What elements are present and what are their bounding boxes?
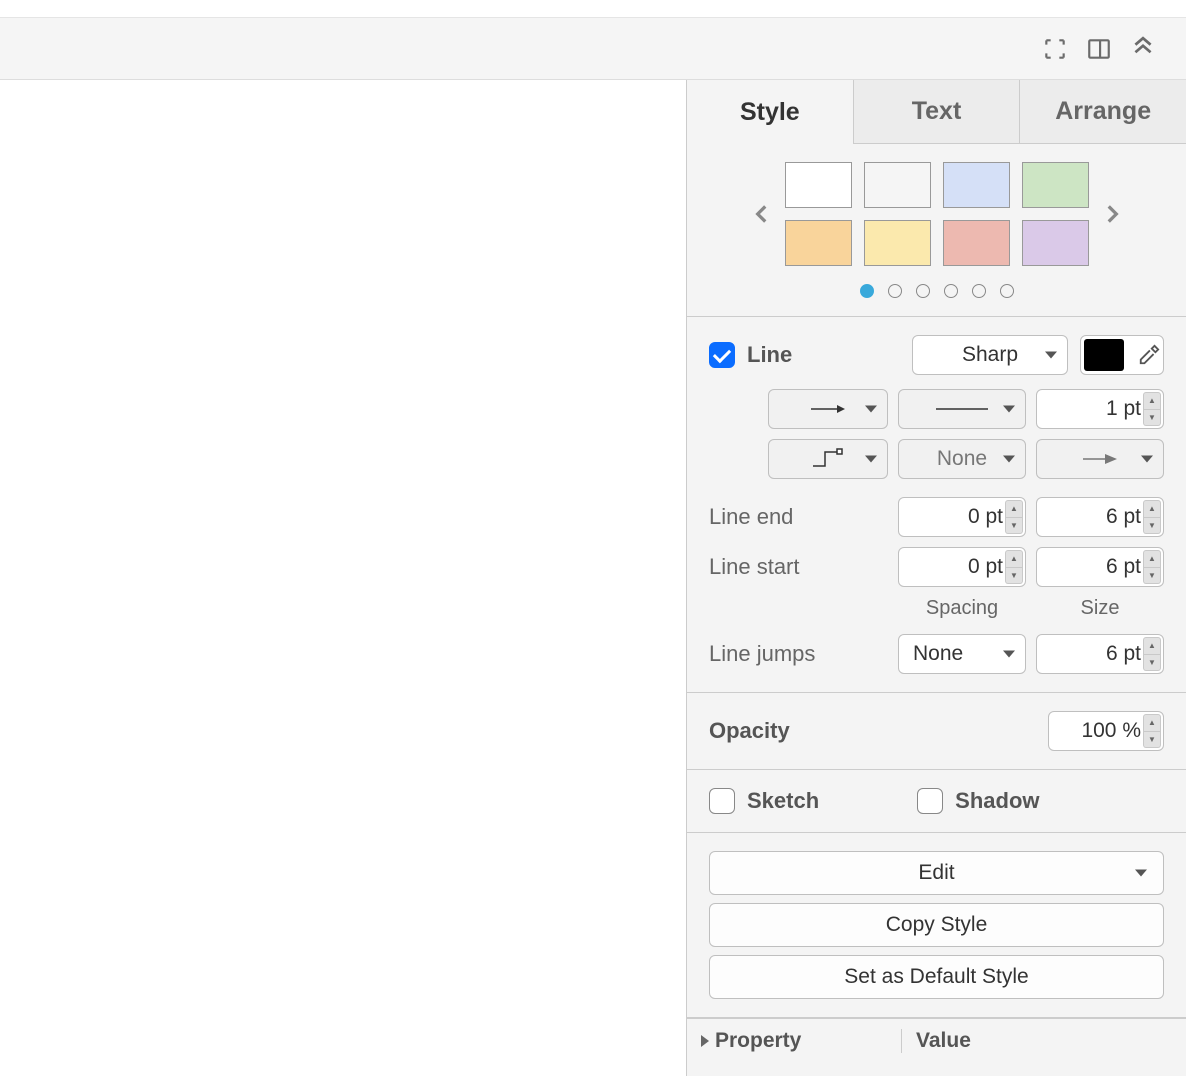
caret-right-icon <box>701 1035 709 1047</box>
tab-text[interactable]: Text <box>853 80 1020 143</box>
line-end-spacing-input[interactable]: 0 pt▲▼ <box>898 497 1026 537</box>
line-jumps-size-input[interactable]: 6 pt▲▼ <box>1036 634 1164 674</box>
swatch-pager <box>709 284 1164 298</box>
fullscreen-icon[interactable] <box>1042 36 1068 62</box>
arrow-start-select[interactable]: None <box>898 439 1026 479</box>
line-color-button[interactable] <box>1080 335 1164 375</box>
format-sidebar: Style Text Arrange <box>686 80 1186 1076</box>
color-presets-panel <box>687 144 1186 317</box>
copy-style-button[interactable]: Copy Style <box>709 903 1164 947</box>
shadow-label: Shadow <box>955 788 1039 814</box>
effects-panel: Sketch Shadow <box>687 770 1186 833</box>
property-table: Property Value <box>687 1018 1186 1063</box>
line-jumps-label: Line jumps <box>709 641 888 667</box>
shadow-checkbox[interactable] <box>917 788 943 814</box>
edit-button[interactable]: Edit <box>709 851 1164 895</box>
line-style-select[interactable]: Sharp <box>912 335 1068 375</box>
color-swatch[interactable] <box>943 162 1010 208</box>
opacity-panel: Opacity 100 %▲▼ <box>687 693 1186 770</box>
set-default-style-button[interactable]: Set as Default Style <box>709 955 1164 999</box>
color-swatch[interactable] <box>785 220 852 266</box>
color-swatch[interactable] <box>1022 162 1089 208</box>
color-swatch[interactable] <box>785 162 852 208</box>
eyedropper-icon <box>1138 344 1160 366</box>
arrow-right-icon <box>809 402 847 416</box>
arrow-end-select[interactable] <box>1036 439 1164 479</box>
line-start-size-input[interactable]: 6 pt▲▼ <box>1036 547 1164 587</box>
sketch-checkbox[interactable] <box>709 788 735 814</box>
size-header: Size <box>1036 597 1164 620</box>
waypoint-style-select[interactable] <box>768 439 888 479</box>
pager-dot[interactable] <box>944 284 958 298</box>
swatch-next-icon[interactable] <box>1099 201 1125 227</box>
sketch-label: Sketch <box>747 788 819 814</box>
arrow-head-icon <box>1081 452 1119 466</box>
line-end-label: Line end <box>709 504 888 530</box>
property-table-header[interactable]: Property Value <box>687 1019 1186 1063</box>
line-checkbox[interactable] <box>709 342 735 368</box>
pager-dot[interactable] <box>972 284 986 298</box>
line-start-spacing-input[interactable]: 0 pt▲▼ <box>898 547 1026 587</box>
orthogonal-icon <box>811 448 845 470</box>
color-swatch[interactable] <box>943 220 1010 266</box>
opacity-input[interactable]: 100 %▲▼ <box>1048 711 1164 751</box>
sidebar-tabs: Style Text Arrange <box>687 80 1186 144</box>
stepper-up[interactable]: ▲ <box>1143 392 1161 410</box>
stepper-down[interactable]: ▼ <box>1143 410 1161 427</box>
pager-dot[interactable] <box>1000 284 1014 298</box>
color-swatch[interactable] <box>864 220 931 266</box>
tab-arrange[interactable]: Arrange <box>1019 80 1186 143</box>
line-pattern-select[interactable] <box>898 389 1026 429</box>
spacing-header: Spacing <box>898 597 1026 620</box>
top-toolbar <box>0 18 1186 80</box>
sidepanel-icon[interactable] <box>1086 36 1112 62</box>
swatch-prev-icon[interactable] <box>749 201 775 227</box>
pager-dot[interactable] <box>916 284 930 298</box>
color-swatch[interactable] <box>864 162 931 208</box>
line-weight-input[interactable]: 1 pt▲▼ <box>1036 389 1164 429</box>
arrow-direction-select[interactable] <box>768 389 888 429</box>
line-panel: Line Sharp 1 pt▲▼ None Line end 0 pt▲▼ 6… <box>687 317 1186 693</box>
line-solid-icon <box>932 402 992 416</box>
tab-style[interactable]: Style <box>687 81 853 144</box>
pager-dot[interactable] <box>888 284 902 298</box>
opacity-label: Opacity <box>709 718 790 744</box>
collapse-icon[interactable] <box>1130 36 1156 62</box>
line-end-size-input[interactable]: 6 pt▲▼ <box>1036 497 1164 537</box>
line-label: Line <box>747 342 792 368</box>
color-swatch[interactable] <box>1022 220 1089 266</box>
line-jumps-select[interactable]: None <box>898 634 1026 674</box>
actions-panel: Edit Copy Style Set as Default Style <box>687 833 1186 1018</box>
pager-dot[interactable] <box>860 284 874 298</box>
line-start-label: Line start <box>709 554 888 580</box>
